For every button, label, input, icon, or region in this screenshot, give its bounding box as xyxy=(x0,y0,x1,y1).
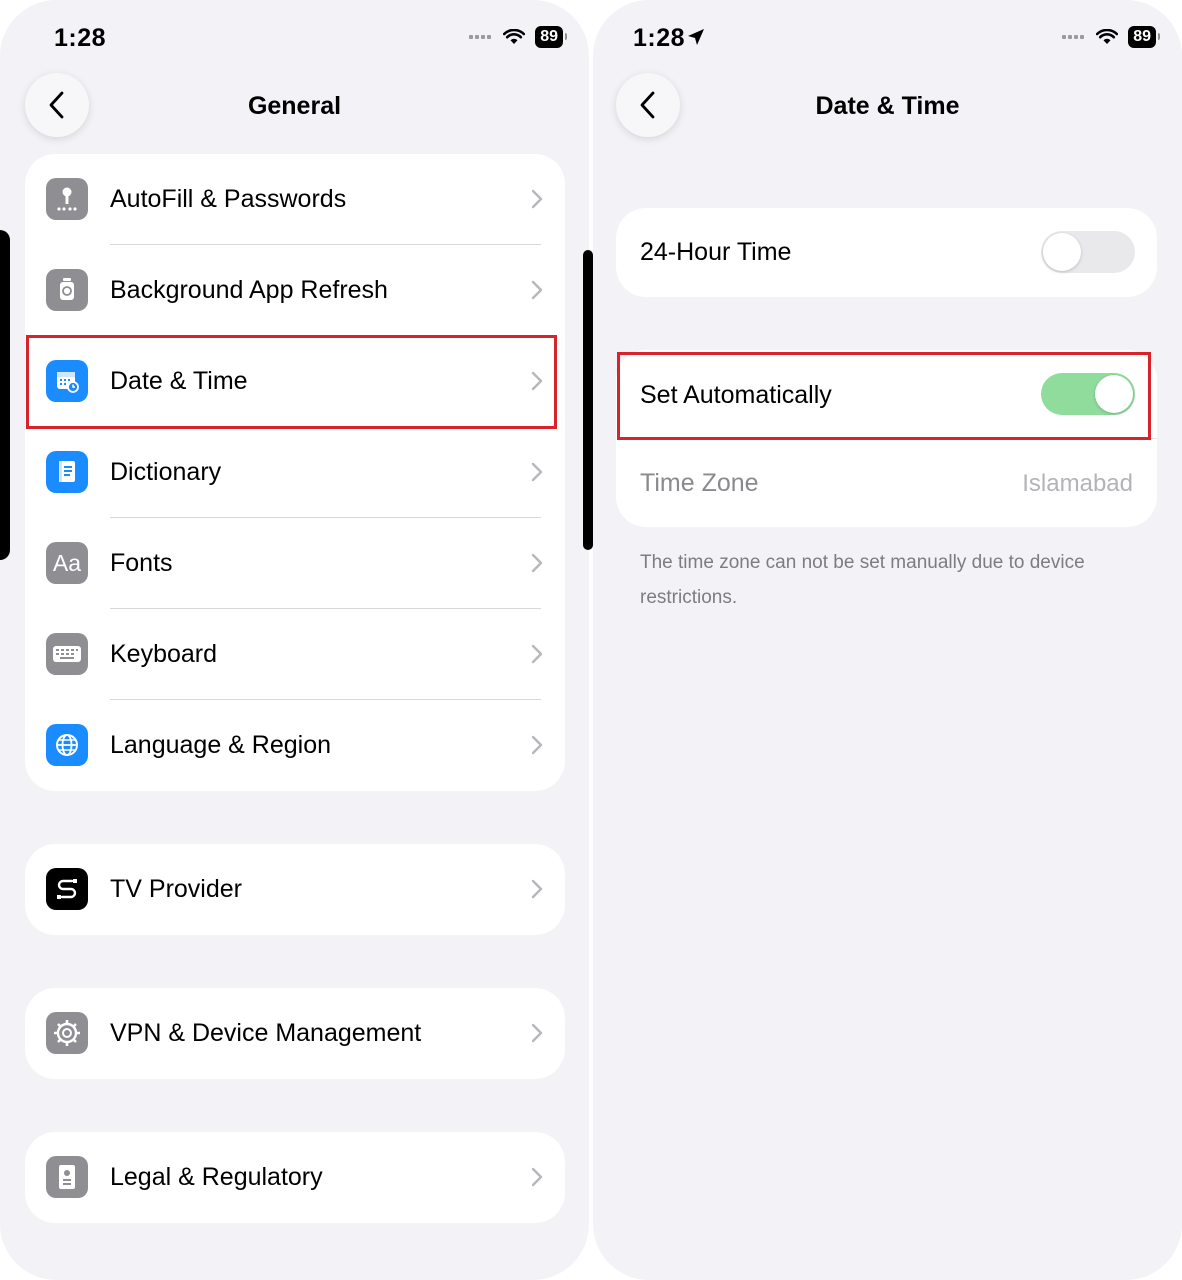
battery-indicator: 89 xyxy=(1128,26,1160,48)
row-keyboard[interactable]: Keyboard xyxy=(25,609,565,700)
row-label: Dictionary xyxy=(110,458,222,486)
settings-group-legal: Legal & Regulatory xyxy=(25,1132,565,1223)
row-label: AutoFill & Passwords xyxy=(110,185,347,213)
status-time: 1:28 xyxy=(54,24,107,52)
row-autofill-passwords[interactable]: AutoFill & Passwords xyxy=(25,154,565,245)
status-time: 1:28 xyxy=(633,24,686,52)
device-edge xyxy=(0,230,10,560)
row-tv-provider[interactable]: TV Provider xyxy=(25,844,565,935)
row-dictionary[interactable]: Dictionary xyxy=(25,427,565,518)
row-label: VPN & Device Management xyxy=(110,1019,422,1047)
highlight-set-automatically xyxy=(617,352,1151,440)
24-hour-toggle[interactable] xyxy=(1041,231,1135,273)
highlight-date-time xyxy=(26,335,557,429)
status-bar: 1:28 89 xyxy=(0,20,589,60)
refresh-icon xyxy=(46,269,88,311)
chevron-right-icon xyxy=(531,1167,543,1187)
chevron-right-icon xyxy=(531,553,543,573)
cellular-signal-icon xyxy=(1062,35,1085,39)
timezone-footnote: The time zone can not be set manually du… xyxy=(640,552,1085,608)
book-icon xyxy=(46,451,88,493)
row-vpn-device-management[interactable]: VPN & Device Management xyxy=(25,988,565,1079)
row-time-zone: Time Zone Islamabad xyxy=(616,439,1157,527)
fonts-icon-text: Aa xyxy=(52,549,82,576)
cellular-signal-icon xyxy=(469,35,492,39)
row-label: Background App Refresh xyxy=(110,276,388,304)
chevron-right-icon xyxy=(531,189,543,209)
settings-group-tv: TV Provider xyxy=(25,844,565,935)
fonts-icon: Aa xyxy=(46,542,88,584)
row-language-region[interactable]: Language & Region xyxy=(25,700,565,791)
page-title: General xyxy=(247,92,342,120)
chevron-right-icon xyxy=(531,1023,543,1043)
wifi-icon xyxy=(1096,29,1119,44)
keyboard-icon xyxy=(46,633,88,675)
toggle-knob xyxy=(1043,233,1081,271)
timezone-value: Islamabad xyxy=(1022,470,1133,497)
row-legal-regulatory[interactable]: Legal & Regulatory xyxy=(25,1132,565,1223)
gear-icon xyxy=(46,1012,88,1054)
page-title: Date & Time xyxy=(815,92,960,120)
row-24-hour-time: 24-Hour Time xyxy=(616,208,1157,297)
date-time-settings-screen: 1:28 89 Date & Time 24-Hour Time Set Aut… xyxy=(593,0,1182,1280)
row-label: Keyboard xyxy=(110,640,218,668)
battery-indicator: 89 xyxy=(535,26,567,48)
globe-icon xyxy=(46,724,88,766)
general-settings-screen: 1:28 89 General AutoFill & Passwords Bac… xyxy=(0,0,589,1280)
location-arrow-icon xyxy=(688,29,704,45)
chevron-right-icon xyxy=(531,879,543,899)
chevron-right-icon xyxy=(531,735,543,755)
row-label: TV Provider xyxy=(110,875,242,903)
row-label: Legal & Regulatory xyxy=(110,1163,323,1191)
tv-provider-icon xyxy=(46,868,88,910)
key-icon xyxy=(46,178,88,220)
device-edge xyxy=(583,250,593,550)
status-bar: 1:28 89 xyxy=(593,20,1182,60)
row-background-app-refresh[interactable]: Background App Refresh xyxy=(25,245,565,336)
chevron-right-icon xyxy=(531,644,543,664)
settings-group-general: AutoFill & Passwords Background App Refr… xyxy=(25,154,565,791)
chevron-right-icon xyxy=(531,462,543,482)
row-label: 24-Hour Time xyxy=(640,238,792,266)
row-label: Fonts xyxy=(110,549,173,577)
row-label: Time Zone xyxy=(640,469,759,497)
settings-group-24-hour: 24-Hour Time xyxy=(616,208,1157,297)
document-icon xyxy=(46,1156,88,1198)
chevron-right-icon xyxy=(531,280,543,300)
row-label: Language & Region xyxy=(110,731,332,759)
settings-group-vpn: VPN & Device Management xyxy=(25,988,565,1079)
wifi-icon xyxy=(503,29,526,44)
row-fonts[interactable]: Aa Fonts xyxy=(25,518,565,609)
